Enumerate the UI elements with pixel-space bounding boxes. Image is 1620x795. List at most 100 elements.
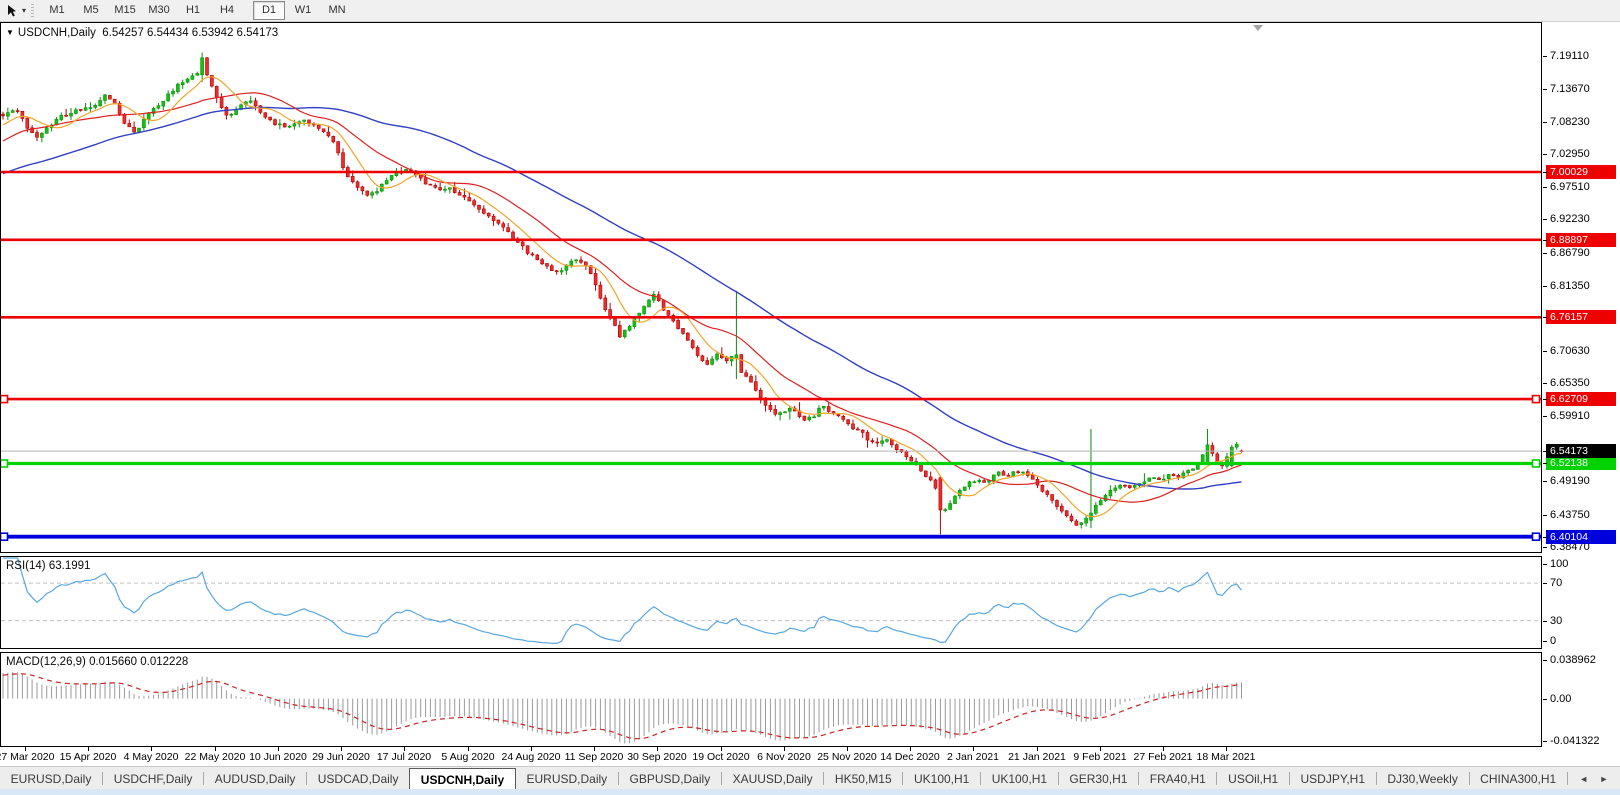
tab-ger30-h1[interactable]: GER30,H1 bbox=[1059, 767, 1138, 790]
tab-hk50-m15[interactable]: HK50,M15 bbox=[824, 767, 902, 790]
tab-usdcad-daily[interactable]: USDCAD,Daily bbox=[307, 767, 409, 790]
rsi-value: 63.1991 bbox=[48, 560, 91, 572]
price-axis-tick bbox=[1543, 154, 1547, 156]
rsi-name: RSI(14) bbox=[6, 560, 46, 572]
price-axis-label: 7.19110 bbox=[1550, 49, 1589, 62]
price-axis-tick bbox=[1543, 514, 1547, 516]
tab-eurusd-daily[interactable]: EURUSD,Daily bbox=[516, 767, 618, 790]
macd-name: MACD(12,26,9) bbox=[6, 656, 86, 668]
tab-scroll-arrows: ◄ ► bbox=[1566, 772, 1620, 785]
tab-scroll-left-icon[interactable]: ◄ bbox=[1579, 774, 1588, 784]
price-axis-tick bbox=[1543, 546, 1547, 548]
price-axis-tick bbox=[1543, 383, 1547, 385]
tab-audusd-daily[interactable]: AUDUSD,Daily bbox=[204, 767, 306, 790]
price-axis-label: 70 bbox=[1550, 577, 1563, 590]
price-axis-tick bbox=[1543, 399, 1547, 401]
tab-usdjpy-h1[interactable]: USDJPY,H1 bbox=[1290, 767, 1376, 790]
timeframe-button-m30[interactable]: M30 bbox=[143, 1, 175, 20]
price-axis-label: 6.81350 bbox=[1550, 279, 1590, 292]
price-axis-tick bbox=[1543, 172, 1547, 173]
price-axis-tick bbox=[1543, 416, 1547, 418]
price-axis-tick bbox=[1543, 536, 1547, 538]
date-axis[interactable]: 27 Mar 2020 15 Apr 2020 4 May 2020 22 May 2… bbox=[0, 747, 1543, 766]
macd-pane[interactable]: MACD(12,26,9) 0.015660 0.012228 bbox=[0, 652, 1542, 747]
timeframe-button-h1[interactable]: H1 bbox=[177, 1, 209, 20]
tab-uk100-h1[interactable]: UK100,H1 bbox=[903, 767, 980, 790]
macd-label: MACD(12,26,9) 0.015660 0.012228 bbox=[6, 656, 188, 668]
price-axis-tick bbox=[1543, 187, 1547, 189]
tab-dj30-weekly[interactable]: DJ30,Weekly bbox=[1377, 767, 1469, 790]
timeframe-button-m1[interactable]: M1 bbox=[41, 1, 73, 20]
price-axis-tick bbox=[1543, 239, 1547, 241]
price-axis-label: 7.13670 bbox=[1550, 82, 1590, 95]
price-axis-label: 6.43750 bbox=[1550, 508, 1590, 521]
tab-fra40-h1[interactable]: FRA40,H1 bbox=[1139, 767, 1216, 790]
tab-uk100-h1[interactable]: UK100,H1 bbox=[981, 767, 1058, 790]
price-level-badge: 6.40104 bbox=[1546, 529, 1616, 544]
timeframe-toolbar: ▾ M1 M5 M15 M30 H1 H4 D1 W1 MN bbox=[0, 0, 1620, 22]
price-axis-tick bbox=[1543, 660, 1547, 661]
collapse-caret-icon[interactable]: ▼ bbox=[6, 28, 14, 37]
price-axis-tick bbox=[1543, 698, 1547, 700]
price-axis-tick bbox=[1543, 740, 1547, 742]
price-axis-tick bbox=[1543, 451, 1547, 453]
hline-handle[interactable] bbox=[1, 394, 9, 404]
macd-value-main: 0.015660 bbox=[89, 656, 138, 668]
price-axis-tick bbox=[1543, 88, 1547, 90]
timeframe-button-mn[interactable]: MN bbox=[321, 1, 353, 20]
price-axis-label: -0.041322 bbox=[1550, 734, 1600, 747]
price-axis-tick bbox=[1543, 583, 1547, 585]
tab-xauusd-daily[interactable]: XAUUSD,Daily bbox=[722, 767, 823, 790]
tool-dropdown-caret-icon[interactable]: ▾ bbox=[22, 6, 26, 15]
timeframe-button-h4[interactable]: H4 bbox=[211, 1, 243, 20]
hline-handle[interactable] bbox=[1531, 459, 1541, 468]
price-level-badge: 7.00029 bbox=[1546, 165, 1616, 179]
tab-eurusd-daily[interactable]: EURUSD,Daily bbox=[0, 767, 102, 790]
mt4-window: ▾ M1 M5 M15 M30 H1 H4 D1 W1 MN ▼ USDCNH,Daily 6.5… bbox=[0, 0, 1620, 795]
tab-usoil-h1[interactable]: USOil,H1 bbox=[1217, 767, 1288, 790]
price-axis-label: 6.70630 bbox=[1550, 344, 1590, 357]
hline-handle[interactable] bbox=[1531, 532, 1541, 542]
cursor-tool-icon[interactable] bbox=[4, 3, 22, 19]
date-axis-label: 18 Mar 2021 bbox=[1196, 751, 1256, 763]
price-axis-label: 100 bbox=[1550, 558, 1569, 570]
rsi-pane[interactable]: RSI(14) 63.1991 bbox=[0, 556, 1542, 649]
price-axis[interactable]: 7.19110 7.13670 7.08230 7.02950 6.97510 6.922… bbox=[1543, 22, 1620, 747]
chart-symbol-period: USDCNH,Daily bbox=[17, 27, 96, 39]
tab-usdcnh-daily[interactable]: USDCNH,Daily bbox=[409, 768, 516, 790]
price-axis-label: 7.08230 bbox=[1550, 116, 1590, 129]
price-axis-tick bbox=[1543, 564, 1547, 565]
price-axis-tick bbox=[1543, 317, 1547, 319]
tab-scroll-right-icon[interactable]: ► bbox=[1600, 774, 1609, 784]
price-axis-label: 6.59910 bbox=[1550, 410, 1590, 423]
main-chart-pane[interactable]: ▼ USDCNH,Daily 6.54257 6.54434 6.53942 6.… bbox=[0, 22, 1542, 553]
price-axis-label: 6.97510 bbox=[1550, 181, 1590, 194]
macd-value-signal: 0.012228 bbox=[140, 656, 189, 668]
timeframe-button-w1[interactable]: W1 bbox=[287, 1, 319, 20]
price-axis-label: 6.49190 bbox=[1550, 475, 1590, 488]
price-axis-label: 6.86790 bbox=[1550, 246, 1590, 259]
timeframe-button-m15[interactable]: M15 bbox=[109, 1, 141, 20]
rsi-label: RSI(14) 63.1991 bbox=[6, 560, 90, 572]
price-axis-label: 7.02950 bbox=[1550, 148, 1590, 161]
price-axis-label: 30 bbox=[1550, 614, 1563, 627]
hline-handle[interactable] bbox=[1, 459, 9, 468]
price-axis-label: 0.00 bbox=[1550, 692, 1572, 705]
price-axis-label: 0 bbox=[1550, 635, 1557, 647]
tab-china300-h1[interactable]: CHINA300,H1 bbox=[1470, 767, 1567, 790]
price-level-badge: 6.52138 bbox=[1546, 456, 1616, 471]
tab-gbpusd-daily[interactable]: GBPUSD,Daily bbox=[619, 767, 721, 790]
price-level-badge: 6.62709 bbox=[1546, 392, 1616, 407]
hline-handle[interactable] bbox=[1531, 394, 1541, 404]
toolbar-grip[interactable] bbox=[31, 3, 35, 18]
hline-handle[interactable] bbox=[1, 532, 9, 542]
current-price-badge: 6.54173 bbox=[1546, 444, 1616, 459]
chart-shift-icon[interactable] bbox=[1253, 25, 1263, 31]
tab-usdchf-daily[interactable]: USDCHF,Daily bbox=[103, 767, 203, 790]
price-axis-tick bbox=[1543, 252, 1547, 254]
price-level-badge: 6.88897 bbox=[1546, 232, 1616, 247]
price-level-badge: 6.76157 bbox=[1546, 310, 1616, 325]
timeframe-button-d1[interactable]: D1 bbox=[253, 1, 286, 20]
chart-tabs-bar: EURUSD,Daily USDCHF,Daily AUDUSD,Daily USDC… bbox=[0, 766, 1620, 790]
timeframe-button-m5[interactable]: M5 bbox=[75, 1, 107, 20]
